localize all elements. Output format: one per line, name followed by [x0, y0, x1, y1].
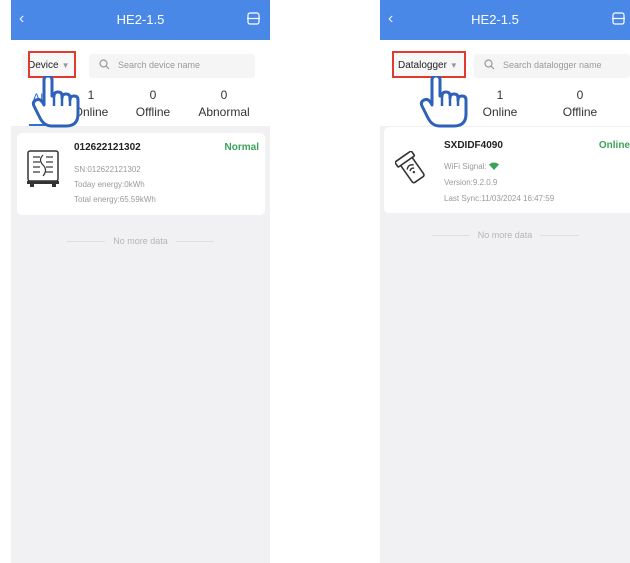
inverter-icon: [26, 149, 60, 192]
no-more-data: No more data: [11, 236, 270, 246]
app-header: ‹ HE2-1.5: [11, 0, 270, 40]
search-input[interactable]: Search datalogger name: [474, 54, 630, 78]
total-energy: Total energy:65.59kWh: [74, 195, 156, 204]
tab-label: Offline: [135, 105, 171, 119]
tab-label: Abnormal: [198, 105, 250, 119]
page-title: HE2-1.5: [471, 12, 519, 27]
datalogger-card[interactable]: SXDIDF4090 Online WiFi Signal: Version:9…: [384, 127, 630, 213]
page-title: HE2-1.5: [116, 12, 165, 27]
last-sync: Last Sync:11/03/2024 16:47:59: [444, 194, 555, 203]
search-input[interactable]: Search device name: [89, 54, 255, 78]
device-name: SXDIDF4090: [444, 140, 503, 151]
app-header: ‹ HE2-1.5: [380, 0, 630, 40]
status-badge: Normal: [224, 142, 259, 153]
highlight-box: [392, 51, 466, 78]
device-name: 012622121302: [74, 142, 141, 153]
search-icon: [99, 59, 110, 72]
device-sn: SN:012622121302: [74, 165, 141, 174]
wifi-signal: WiFi Signal:: [444, 162, 499, 171]
pointing-hand-icon: [418, 74, 468, 133]
tab-offline[interactable]: 0 Offline: [558, 88, 602, 119]
status-badge: Online: [598, 140, 630, 151]
tab-count: 0: [220, 88, 228, 102]
datalogger-icon: [394, 150, 427, 190]
search-placeholder: Search device name: [118, 60, 201, 70]
wifi-icon: [488, 162, 499, 171]
today-energy: Today energy:0kWh: [74, 180, 145, 189]
search-placeholder: Search datalogger name: [503, 60, 602, 70]
divider: [431, 235, 470, 237]
scan-icon[interactable]: [612, 12, 625, 25]
wifi-signal-label: WiFi Signal:: [444, 162, 487, 171]
tab-count: 1: [496, 88, 504, 102]
tab-abnormal[interactable]: 0 Abnormal: [195, 88, 253, 119]
divider: [175, 241, 214, 243]
no-more-label: No more data: [477, 230, 533, 240]
search-icon: [484, 59, 495, 72]
divider: [540, 235, 579, 237]
no-more-data: No more data: [380, 230, 630, 240]
tab-count: 0: [576, 88, 584, 102]
pointing-hand-icon: [30, 74, 80, 133]
no-more-label: No more data: [113, 236, 168, 246]
scan-icon[interactable]: [247, 12, 260, 25]
tab-online[interactable]: 1 Online: [478, 88, 522, 119]
divider: [67, 241, 106, 243]
device-card[interactable]: 012622121302 Normal SN:012622121302 Toda…: [17, 133, 265, 215]
tab-label: Offline: [562, 105, 598, 119]
tab-offline[interactable]: 0 Offline: [131, 88, 175, 119]
tab-count: 0: [149, 88, 157, 102]
tab-label: Online: [482, 105, 518, 119]
firmware-version: Version:9.2.0.9: [444, 178, 498, 187]
highlight-box: [28, 51, 76, 78]
